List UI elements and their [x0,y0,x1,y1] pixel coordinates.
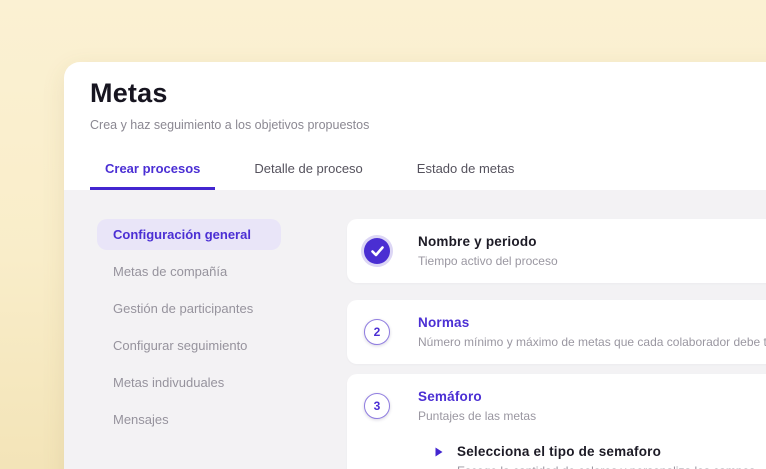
step-number-badge: 3 [364,393,390,419]
step-text: Nombre y periodo Tiempo activo del proce… [418,234,558,268]
step-head: 3 Semáforo Puntajes de las metas [364,389,536,423]
triangle-bullet-icon [435,447,443,457]
metas-panel: Metas Crea y haz seguimiento a los objet… [64,62,766,469]
panel-header: Metas Crea y haz seguimiento a los objet… [64,62,766,132]
step-subtitle: Tiempo activo del proceso [418,254,558,268]
sidebar-item-metas-individuales[interactable]: Metas indivuduales [97,367,281,398]
sidebar-item-configuracion-general[interactable]: Configuración general [97,219,281,250]
step-subtitle: Número mínimo y máximo de metas que cada… [418,335,766,349]
tab-bar: Crear procesos Detalle de proceso Estado… [64,161,766,190]
substep-selecciona-tipo-semaforo[interactable]: Selecciona el tipo de semaforo Escoge la… [435,444,755,469]
sidebar: Configuración general Metas de compañía … [64,219,347,469]
check-icon [371,246,384,257]
step-title: Normas [418,315,766,330]
sidebar-item-configurar-seguimiento[interactable]: Configurar seguimiento [97,330,281,361]
step-card-nombre-y-periodo[interactable]: Nombre y periodo Tiempo activo del proce… [347,219,766,283]
step-title: Semáforo [418,389,536,404]
step-card-semaforo[interactable]: 3 Semáforo Puntajes de las metas Selecci… [347,374,766,469]
page-subtitle: Crea y haz seguimiento a los objetivos p… [90,118,766,132]
sidebar-item-metas-de-compania[interactable]: Metas de compañía [97,256,281,287]
tab-detalle-de-proceso[interactable]: Detalle de proceso [239,161,377,190]
steps-list: Nombre y periodo Tiempo activo del proce… [347,219,766,469]
tab-estado-de-metas[interactable]: Estado de metas [402,161,530,190]
content-area: Configuración general Metas de compañía … [64,190,766,469]
sidebar-item-mensajes[interactable]: Mensajes [97,404,281,435]
step-text: Normas Número mínimo y máximo de metas q… [418,315,766,349]
step-card-normas[interactable]: 2 Normas Número mínimo y máximo de metas… [347,300,766,364]
substep-subtitle: Escoge la cantidad de colores y personal… [457,464,755,469]
step-number-badge: 2 [364,319,390,345]
step-text: Semáforo Puntajes de las metas [418,389,536,423]
tab-crear-procesos[interactable]: Crear procesos [90,161,215,190]
substep-text: Selecciona el tipo de semaforo Escoge la… [457,444,755,469]
step-subtitle: Puntajes de las metas [418,409,536,423]
step-title: Nombre y periodo [418,234,558,249]
sidebar-item-gestion-de-participantes[interactable]: Gestión de participantes [97,293,281,324]
page-title: Metas [90,78,766,109]
substep-title: Selecciona el tipo de semaforo [457,444,755,459]
step-completed-indicator [364,238,390,264]
